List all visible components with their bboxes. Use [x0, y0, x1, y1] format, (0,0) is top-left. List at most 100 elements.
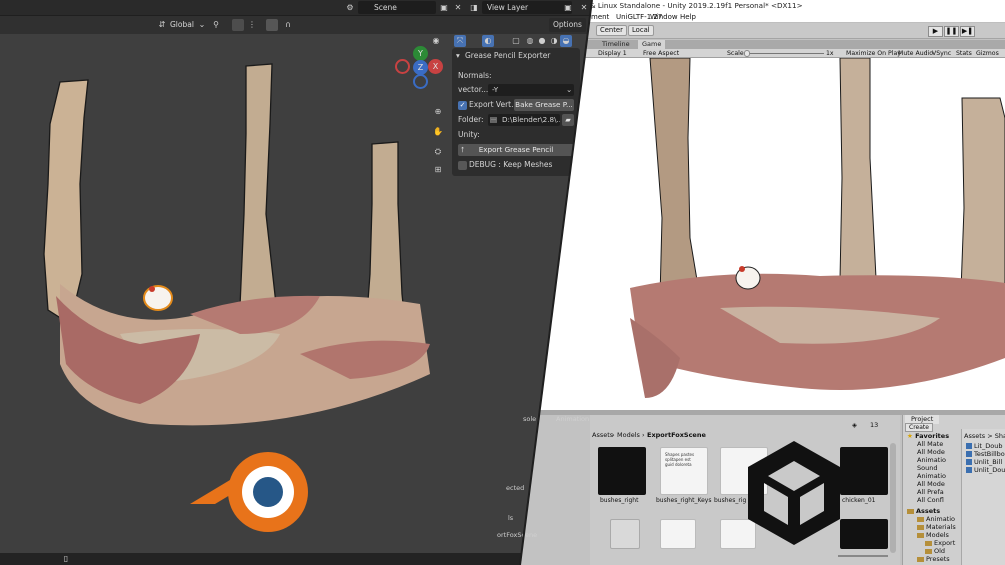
asset-thumb-audio[interactable]: [610, 519, 640, 549]
view-layer-close-icon[interactable]: ✕: [578, 2, 590, 14]
step-button[interactable]: ▶❚: [960, 26, 975, 37]
folder-icon: [917, 532, 924, 538]
stats-toggle[interactable]: Stats: [956, 49, 972, 58]
favorite-item[interactable]: Animatio: [917, 472, 946, 480]
shader-file[interactable]: Unlit_Dou: [966, 466, 1005, 474]
tree-folder[interactable]: Export: [925, 539, 955, 547]
shader-icon: [966, 459, 972, 465]
scene-field[interactable]: Scene: [358, 1, 436, 14]
shader-file[interactable]: Lit_Doub: [966, 442, 1002, 450]
export-vert-label: Export Vert...: [469, 100, 519, 109]
menu-item-window[interactable]: Window: [650, 12, 678, 23]
ortho-grid-icon[interactable]: ⊞: [432, 164, 444, 176]
menu-item-help[interactable]: Help: [680, 12, 696, 23]
pivot-icon[interactable]: ⚲: [210, 19, 222, 31]
favorite-item[interactable]: Sound: [917, 464, 937, 472]
mute-audio-toggle[interactable]: Mute Audio: [898, 49, 933, 58]
favorite-item[interactable]: All Prefa: [917, 488, 944, 496]
tree-folder[interactable]: Animatio: [917, 515, 955, 523]
panel-title[interactable]: Grease Pencil Exporter: [465, 50, 550, 62]
favorite-item[interactable]: All Mode: [917, 480, 945, 488]
scale-label: Scale: [727, 50, 744, 57]
transform-orientation-icon[interactable]: ⇵: [156, 19, 168, 31]
folder-browse-icon[interactable]: ▰: [562, 114, 574, 126]
breadcrumb-exportfoxscene[interactable]: ExportFoxScene: [647, 431, 706, 440]
chevron-down-icon[interactable]: ⌄: [196, 19, 208, 31]
orientation-dropdown[interactable]: Global: [170, 18, 194, 32]
axis-x-icon[interactable]: X: [428, 59, 443, 74]
shader-file[interactable]: TestBillbo: [966, 450, 1005, 458]
tree-folder[interactable]: Models: [917, 531, 949, 539]
shader-file[interactable]: Unlit_Bill: [966, 458, 1002, 466]
tag-filter-icon[interactable]: ◈: [852, 421, 857, 430]
falloff-icon[interactable]: ∩: [282, 19, 294, 31]
asset-thumb-chicken-01[interactable]: [840, 447, 888, 495]
snap-target-icon[interactable]: ⋮: [246, 19, 258, 31]
maximize-on-play-toggle[interactable]: Maximize On Play: [846, 49, 901, 58]
pivot-local-button[interactable]: Local: [628, 25, 654, 36]
shader-breadcrumb[interactable]: Assets > Sha: [964, 432, 1005, 440]
thumbnail-size-slider[interactable]: [838, 555, 888, 557]
breadcrumb-separator-2: ›: [642, 431, 645, 439]
aspect-dropdown[interactable]: Free Aspect: [643, 49, 679, 58]
axis-y-icon[interactable]: Y: [413, 46, 428, 61]
game-view[interactable]: [520, 58, 1005, 410]
tab-timeline[interactable]: Timeline: [598, 40, 634, 49]
pause-button[interactable]: ❚❚: [944, 26, 959, 37]
asset-thumb-dark[interactable]: [840, 519, 888, 549]
menu-item-component[interactable]: ment: [591, 12, 609, 23]
tab-console[interactable]: sole: [523, 415, 536, 424]
gizmos-toggle[interactable]: Gizmos: [976, 49, 999, 58]
options-dropdown[interactable]: Options: [549, 18, 586, 32]
view-layer-icon[interactable]: ◨: [468, 2, 480, 14]
game-view-toolbar: Display 1 Free Aspect Scale 1x Maximize …: [520, 49, 1005, 58]
favorite-item[interactable]: All Mate: [917, 440, 943, 448]
favorites-header[interactable]: ★ Favorites: [907, 432, 949, 440]
asset-thumb-bushes-right-keys[interactable]: Shapes pastes splitapen est guid doloreta: [660, 447, 708, 495]
asset-label-bushes-right-keys: bushes_right_Keys: [656, 497, 712, 504]
pan-hand-icon[interactable]: ✋: [432, 126, 444, 138]
proportional-edit-icon[interactable]: [266, 19, 278, 31]
navigation-gizmo[interactable]: Y Z X: [394, 46, 444, 91]
vector-dropdown[interactable]: -Y: [488, 84, 574, 96]
breadcrumb-models[interactable]: Models: [617, 431, 640, 440]
assets-scrollbar[interactable]: [890, 443, 896, 553]
favorite-item[interactable]: All Mode: [917, 448, 945, 456]
snap-icon[interactable]: [232, 19, 244, 31]
folder-path-field[interactable]: D:\Blender\2.8\...: [488, 114, 560, 126]
zoom-icon[interactable]: ⊕: [432, 106, 444, 118]
axis-z-icon[interactable]: Z: [413, 60, 428, 75]
scene-copy-icon[interactable]: ▣: [438, 2, 450, 14]
assets-header[interactable]: Assets: [907, 507, 940, 515]
view-layer-field[interactable]: View Layer: [482, 1, 572, 14]
display-dropdown[interactable]: Display 1: [598, 49, 627, 58]
breadcrumb-assets[interactable]: Assets: [592, 431, 613, 440]
axis-z-neg-icon[interactable]: [413, 74, 428, 89]
export-vert-checkbox[interactable]: ✓: [458, 101, 467, 110]
play-button[interactable]: ▶: [928, 26, 943, 37]
tree-folder[interactable]: Presets: [917, 555, 950, 563]
tab-animation[interactable]: Animation: [556, 415, 589, 424]
panel-collapse-icon[interactable]: ▾: [456, 50, 460, 62]
vsync-toggle[interactable]: VSync: [932, 49, 951, 58]
export-grease-pencil-button[interactable]: Export Grease Pencil: [458, 144, 574, 156]
tab-game[interactable]: Game: [638, 40, 666, 49]
axis-x-neg-icon[interactable]: [395, 59, 410, 74]
favorite-item[interactable]: All Confl: [917, 496, 944, 504]
scale-slider-handle[interactable]: [744, 50, 750, 57]
tree-folder[interactable]: Old: [925, 547, 945, 555]
debug-keep-meshes-checkbox[interactable]: [458, 161, 467, 170]
bake-grease-pencil-button[interactable]: Bake Grease P...: [514, 99, 574, 111]
scene-icon[interactable]: ⚙: [344, 2, 356, 14]
favorite-item[interactable]: Animatio: [917, 456, 946, 464]
asset-thumb-bushes-right[interactable]: [598, 447, 646, 495]
asset-thumb-doc[interactable]: [660, 519, 696, 549]
pivot-center-button[interactable]: Center: [596, 25, 627, 36]
view-layer-copy-icon[interactable]: ▣: [562, 2, 574, 14]
tree-folder[interactable]: Materials: [917, 523, 956, 531]
outliner-label: ls: [508, 514, 514, 522]
create-dropdown[interactable]: Create: [905, 423, 933, 432]
camera-view-icon[interactable]: ⛭: [432, 146, 444, 158]
scale-slider[interactable]: [744, 53, 824, 54]
scene-close-icon[interactable]: ✕: [452, 2, 464, 14]
